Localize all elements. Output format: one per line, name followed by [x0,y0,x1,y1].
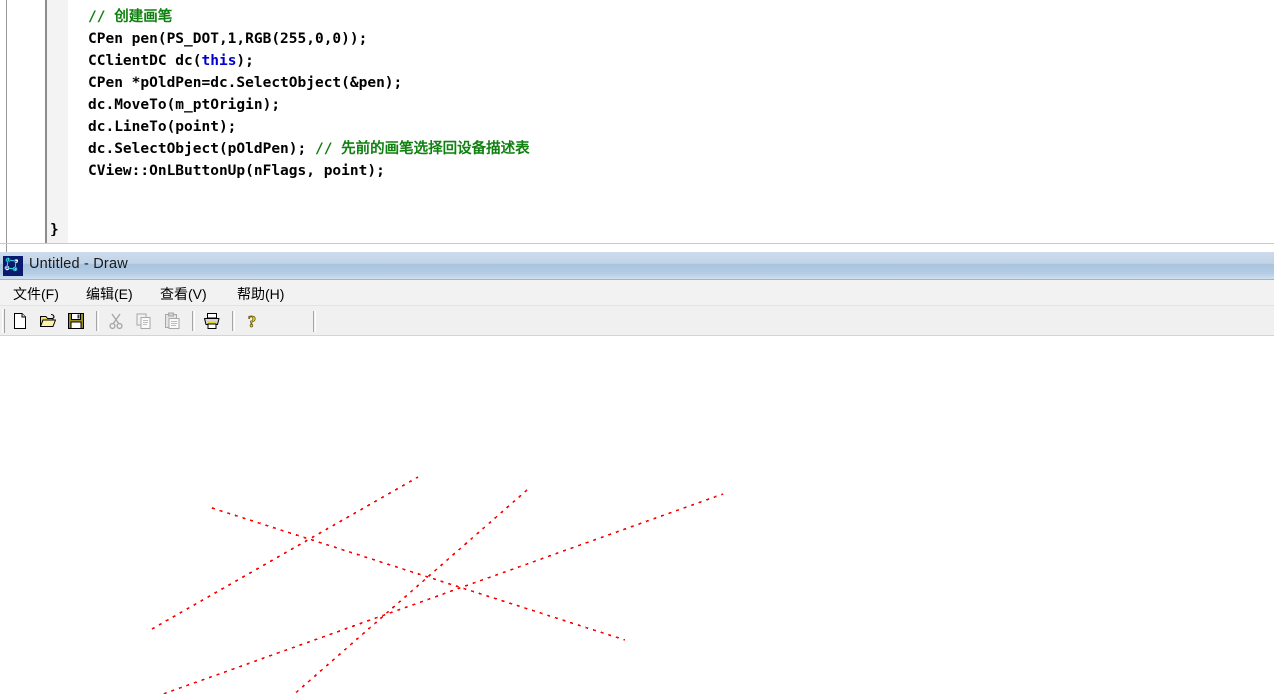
toolbar: ? [0,306,1274,336]
code-token-txt: dc.SelectObject(pOldPen); [88,141,315,157]
new-document-icon [11,312,29,330]
window-title: Untitled - Draw [29,256,128,272]
editor-gutter [45,0,68,244]
toolbar-separator [192,311,195,331]
toolbar-separator [232,311,235,331]
line-4 [293,489,528,694]
svg-text:C: C [13,267,17,273]
line-3 [160,493,724,694]
code-token-txt: CView::OnLButtonUp(nFlags, point); [88,163,385,179]
code-line: CPen *pOldPen=dc.SelectObject(&pen); [88,72,530,94]
svg-text:M: M [6,259,10,265]
svg-text:?: ? [248,312,257,330]
menu-item-view[interactable]: 查看(V) [157,283,210,305]
code-token-txt: ); [236,53,254,69]
toolbar-button-about[interactable]: ? [240,309,264,333]
editor-bottom-rule [0,243,1274,244]
menu-bar: 文件(F) 编辑(E) 查看(V) 帮助(H) [0,280,1274,306]
code-editor-pane: // 创建画笔 CPen pen(PS_DOT,1,RGB(255,0,0)); C… [0,0,1274,252]
toolbar-button-print[interactable] [200,309,224,333]
drawing-canvas-svg [151,476,724,694]
question-mark-icon: ? [243,312,261,332]
toolbar-button-open[interactable] [36,309,60,333]
line-2 [151,476,419,630]
code-token-txt: CPen *pOldPen=dc.SelectObject(&pen); [88,75,403,91]
svg-text:F: F [14,259,17,265]
drawing-canvas[interactable] [0,336,1274,694]
menu-item-file[interactable]: 文件(F) [10,283,62,305]
code-line: // 创建画笔 [88,6,530,28]
toolbar-button-paste [160,309,184,333]
menu-item-edit[interactable]: 编辑(E) [83,283,136,305]
code-line: dc.MoveTo(m_ptOrigin); [88,94,530,116]
line-1 [211,507,626,641]
code-line: dc.LineTo(point); [88,116,530,138]
toolbar-button-cut [104,309,128,333]
code-line: dc.SelectObject(pOldPen); // 先前的画笔选择回设备描… [88,138,530,160]
open-folder-icon [39,312,57,330]
code-token-txt: CClientDC dc( [88,53,202,69]
code-token-txt: dc.LineTo(point); [88,119,237,135]
toolbar-button-copy [132,309,156,333]
editor-left-rule [6,0,7,252]
printer-icon [203,312,221,330]
code-token-cmt: // 创建画笔 [88,9,173,25]
code-token-cmt: // 先前的画笔选择回设备描述表 [314,141,530,157]
code-line: CView::OnLButtonUp(nFlags, point); [88,160,530,182]
window-titlebar[interactable]: M F P C Untitled - Draw [0,252,1274,280]
toolbar-button-new[interactable] [8,309,32,333]
scissors-icon [107,312,125,330]
toolbar-separator [96,311,99,331]
mfc-app-icon: M F P C [3,256,23,276]
code-token-txt: CPen pen(PS_DOT,1,RGB(255,0,0)); [88,31,368,47]
clipboard-icon [163,312,181,330]
code-closing-brace: } [50,222,59,236]
floppy-disk-icon [67,312,85,330]
code-token-txt: dc.MoveTo(m_ptOrigin); [88,97,281,113]
code-text-block[interactable]: // 创建画笔 CPen pen(PS_DOT,1,RGB(255,0,0)); C… [88,6,530,182]
draw-application-window: M F P C Untitled - Draw 文件(F) 编辑(E) 查看(V) 帮… [0,252,1274,694]
copy-pages-icon [135,312,153,330]
code-line: CPen pen(PS_DOT,1,RGB(255,0,0)); [88,28,530,50]
toolbar-end-separator [313,311,316,332]
menu-item-help[interactable]: 帮助(H) [234,283,287,305]
toolbar-button-save[interactable] [64,309,88,333]
code-line: CClientDC dc(this); [88,50,530,72]
code-token-kw: this [201,53,237,69]
editor-gutter-rule [45,0,47,244]
toolbar-grip[interactable] [2,309,5,333]
